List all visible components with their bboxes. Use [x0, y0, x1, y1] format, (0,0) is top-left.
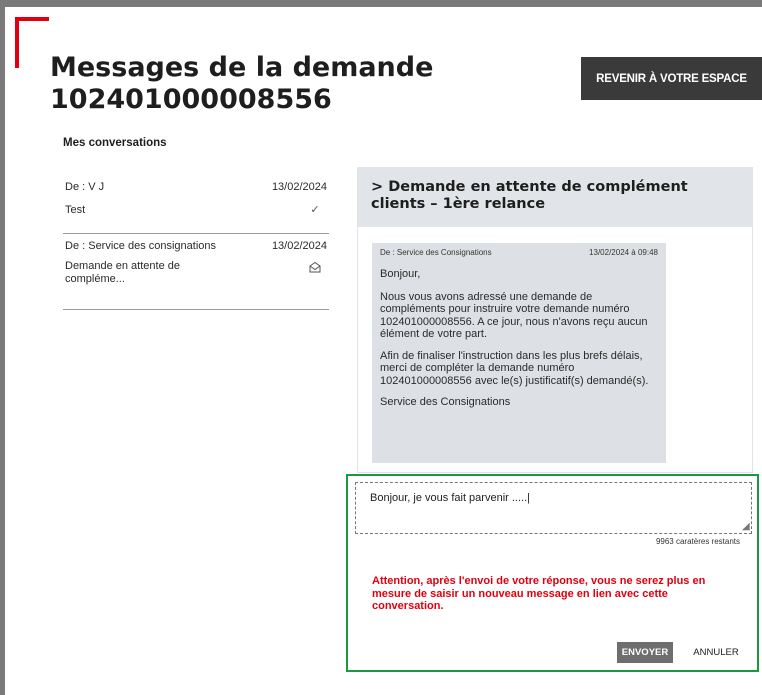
message-card: De : Service des Consignations 13/02/202… — [372, 243, 666, 463]
resize-handle-icon[interactable]: ◢ — [742, 522, 750, 532]
message-paragraph: Nous vous avons adressé une demande de c… — [380, 290, 648, 341]
envelope-open-glyph — [309, 261, 321, 273]
characters-remaining-count: 9963 — [655, 537, 674, 546]
conversation-date: 13/02/2024 — [271, 240, 327, 252]
window-top-border — [0, 0, 762, 7]
message-paragraph: Afin de finaliser l'instruction dans les… — [380, 349, 649, 387]
send-button[interactable]: ENVOYER — [617, 642, 673, 663]
conversation-subject: Demande en attente de compléme... — [65, 260, 180, 285]
check-icon: ✓ — [310, 204, 320, 216]
characters-remaining-label: caratères restants — [675, 537, 740, 546]
page-title: Messages de la demande 102401000008556 — [50, 52, 434, 115]
conversation-from: De : Service des consignations — [65, 240, 217, 252]
reply-textarea[interactable]: Bonjour, je vous fait parvenir .....| — [355, 482, 752, 534]
message-paragraph: Service des Consignations — [380, 396, 511, 408]
back-to-space-button[interactable]: REVENIR À VOTRE ESPACE — [581, 57, 762, 100]
message-date: 13/02/2024 à 09:48 — [589, 248, 658, 257]
conversation-detail-title: > Demande en attente de complément clien… — [371, 179, 739, 213]
window-left-border — [0, 0, 5, 695]
conversation-item[interactable]: De : Service des consignations 13/02/202… — [63, 234, 329, 310]
characters-remaining: 9963 caratères restants — [560, 537, 740, 546]
cancel-button[interactable]: ANNULER — [687, 642, 745, 663]
conversation-title-text: Demande en attente de complément clients… — [371, 179, 688, 212]
conversation-subject: Test — [65, 204, 86, 216]
message-body: Bonjour, Nous vous avons adressé une dem… — [380, 268, 658, 409]
brand-corner-mark-vertical — [15, 17, 19, 68]
conversation-item[interactable]: De : V J 13/02/2024 Test ✓ — [63, 170, 329, 234]
message-paragraph: Bonjour, — [380, 268, 421, 280]
conversation-from: De : V J — [65, 181, 105, 193]
chevron-right-icon: > — [371, 179, 384, 195]
message-from: De : Service des Consignations — [380, 248, 492, 257]
message-meta: De : Service des Consignations 13/02/202… — [380, 248, 658, 262]
brand-corner-mark — [15, 17, 49, 21]
conversation-detail-header: > Demande en attente de complément clien… — [357, 167, 753, 227]
envelope-open-icon — [308, 261, 322, 275]
conversations-heading: Mes conversations — [63, 137, 167, 149]
conversation-date: 13/02/2024 — [271, 181, 327, 193]
reply-warning: Attention, après l'envoi de votre répons… — [372, 575, 706, 612]
conversation-list: De : V J 13/02/2024 Test ✓ De : Service … — [63, 170, 329, 310]
